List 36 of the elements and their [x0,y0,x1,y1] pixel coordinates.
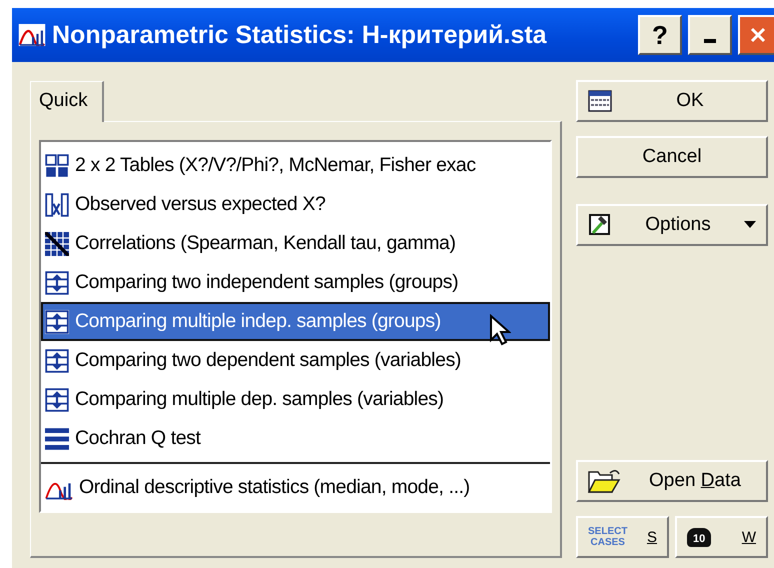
cursor-icon [489,314,511,346]
caret-icon [744,221,756,229]
table-icon [45,154,69,178]
grid-icon [45,232,69,256]
table-icon [45,270,69,294]
cancel-button[interactable]: Cancel [576,136,768,178]
select-cases-button[interactable]: SELECT CASES S [576,516,669,558]
window-title: Nonparametric Statistics: H-критерий.sta [52,20,548,50]
close-button[interactable] [738,15,774,55]
list-item[interactable]: Comparing multiple dep. samples (variables) [41,380,550,419]
folder-icon [588,468,622,494]
list-item[interactable]: Cochran Q test [41,419,550,458]
select-cases-icon: SELECT CASES [588,526,628,548]
list-item[interactable]: Ordinal descriptive statistics (median, mode, ...) [41,468,550,507]
minimize-button[interactable] [688,15,732,55]
weights-button[interactable]: 10 W [675,516,768,558]
list-item[interactable]: Observed versus expected X? [41,185,550,224]
table-icon [45,310,69,334]
table-icon [45,348,69,372]
weight-icon: 10 [687,528,712,546]
table-icon [45,192,69,216]
help-button[interactable]: ? [638,15,682,55]
spreadsheet-icon [588,90,612,112]
chart-icon [18,24,46,46]
open-data-button[interactable]: Open Data [576,460,768,502]
table-icon [45,388,69,412]
list-item[interactable]: Correlations (Spearman, Kendall tau, gamma) [41,224,550,263]
minimize-icon [704,39,716,43]
list-item[interactable]: 2 x 2 Tables (X?/V?/Phi?, McNemar, Fisher exac [41,146,550,185]
hammer-icon [588,213,612,237]
close-icon [749,26,767,44]
list-item[interactable]: Comparing two dependent samples (variables) [41,341,550,380]
tab[interactable]: Quick [30,81,104,122]
ok-button[interactable]: OK [576,80,768,122]
options-button[interactable]: Options [576,204,768,246]
list-item[interactable]: Comparing two independent samples (groups) [41,263,550,302]
